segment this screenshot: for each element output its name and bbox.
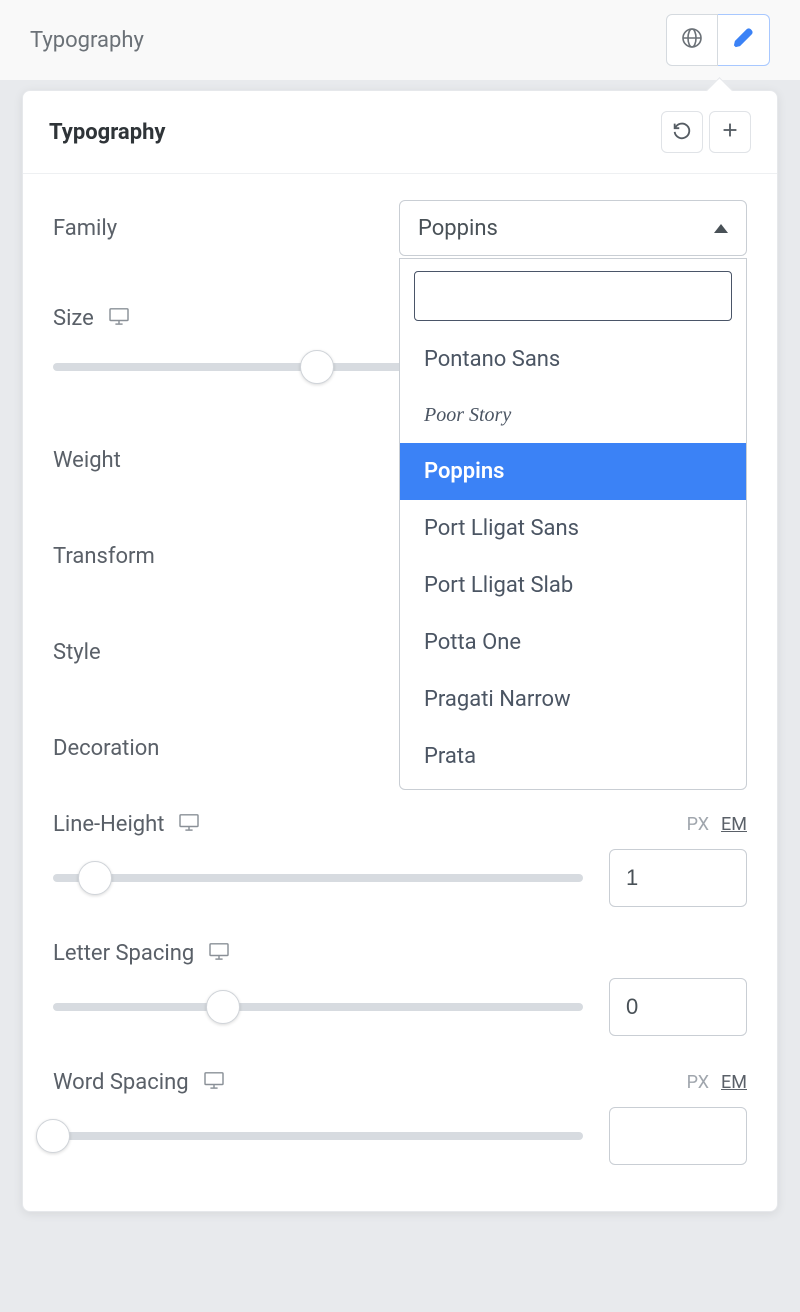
letter-spacing-input[interactable] xyxy=(609,978,747,1036)
slider-thumb[interactable] xyxy=(206,990,240,1024)
section-header-actions xyxy=(666,14,770,66)
edit-button[interactable] xyxy=(718,14,770,66)
size-label: Size xyxy=(53,306,130,331)
style-label: Style xyxy=(53,640,101,665)
panel-header-actions xyxy=(661,111,751,153)
letter-spacing-slider[interactable] xyxy=(53,992,583,1022)
family-option-selected[interactable]: Poppins xyxy=(400,443,746,500)
desktop-icon[interactable] xyxy=(108,306,130,331)
field-letter-spacing: Letter Spacing xyxy=(53,941,747,1036)
section-header: Typography xyxy=(0,0,800,80)
word-spacing-input[interactable] xyxy=(609,1107,747,1165)
word-spacing-units: PX EM xyxy=(687,1072,747,1093)
line-height-input[interactable] xyxy=(609,849,747,907)
field-family: Family Poppins Pontano Sans Poor Story P… xyxy=(53,200,747,256)
desktop-icon[interactable] xyxy=(208,941,230,966)
family-option[interactable]: Potta One xyxy=(400,614,746,671)
caret-up-icon xyxy=(714,224,728,233)
word-spacing-slider[interactable] xyxy=(53,1121,583,1151)
family-option-list: Pontano Sans Poor Story Poppins Port Lli… xyxy=(400,331,746,785)
section-title: Typography xyxy=(30,28,144,53)
letter-spacing-label-text: Letter Spacing xyxy=(53,941,194,966)
slider-track xyxy=(53,1132,583,1140)
word-spacing-label-text: Word Spacing xyxy=(53,1070,189,1095)
undo-icon xyxy=(671,119,693,145)
panel-header: Typography xyxy=(23,91,777,174)
line-height-units: PX EM xyxy=(687,814,747,835)
field-word-spacing: Word Spacing PX EM xyxy=(53,1070,747,1165)
reset-button[interactable] xyxy=(661,111,703,153)
letter-spacing-label: Letter Spacing xyxy=(53,941,230,966)
family-option[interactable]: Port Lligat Sans xyxy=(400,500,746,557)
desktop-icon[interactable] xyxy=(178,812,200,837)
globe-button[interactable] xyxy=(666,14,718,66)
family-search-input[interactable] xyxy=(414,271,732,321)
family-option[interactable]: Prata xyxy=(400,728,746,785)
family-selected-value: Poppins xyxy=(418,216,498,241)
family-dropdown: Pontano Sans Poor Story Poppins Port Lli… xyxy=(399,258,747,790)
weight-label: Weight xyxy=(53,448,121,473)
family-option[interactable]: Poor Story xyxy=(400,388,746,443)
size-label-text: Size xyxy=(53,306,94,331)
unit-em[interactable]: EM xyxy=(721,814,747,835)
add-button[interactable] xyxy=(709,111,751,153)
slider-thumb[interactable] xyxy=(300,350,334,384)
slider-thumb[interactable] xyxy=(36,1119,70,1153)
typography-panel: Typography xyxy=(22,90,778,1212)
line-height-slider[interactable] xyxy=(53,863,583,893)
panel-title: Typography xyxy=(49,120,165,145)
family-label: Family xyxy=(53,216,117,241)
line-height-slider-row xyxy=(53,849,747,907)
letter-spacing-slider-row xyxy=(53,978,747,1036)
slider-track xyxy=(53,874,583,882)
unit-px[interactable]: PX xyxy=(687,1072,709,1093)
desktop-icon[interactable] xyxy=(203,1070,225,1095)
line-height-label: Line-Height xyxy=(53,812,200,837)
word-spacing-label: Word Spacing xyxy=(53,1070,225,1095)
transform-label: Transform xyxy=(53,544,155,569)
line-height-label-text: Line-Height xyxy=(53,812,164,837)
word-spacing-slider-row xyxy=(53,1107,747,1165)
panel-body: Family Poppins Pontano Sans Poor Story P… xyxy=(23,174,777,1211)
pencil-icon xyxy=(732,26,756,54)
family-select[interactable]: Poppins xyxy=(399,200,747,256)
slider-thumb[interactable] xyxy=(78,861,112,895)
slider-track xyxy=(53,1003,583,1011)
family-option[interactable]: Port Lligat Slab xyxy=(400,557,746,614)
unit-em[interactable]: EM xyxy=(721,1072,747,1093)
family-option[interactable]: Pontano Sans xyxy=(400,331,746,388)
plus-icon xyxy=(719,119,741,145)
globe-icon xyxy=(680,26,704,54)
family-option[interactable]: Pragati Narrow xyxy=(400,671,746,728)
unit-px[interactable]: PX xyxy=(687,814,709,835)
field-line-height: Line-Height PX EM xyxy=(53,812,747,907)
decoration-label: Decoration xyxy=(53,736,159,761)
